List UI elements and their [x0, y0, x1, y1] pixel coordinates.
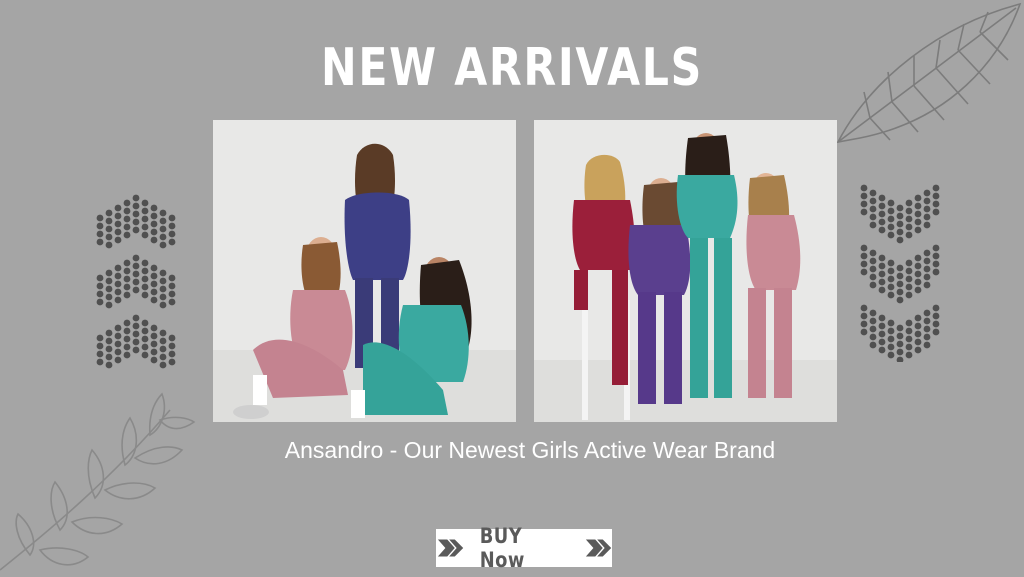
- page-title: NEW ARRIVALS: [321, 38, 703, 98]
- branch-icon: [0, 392, 196, 571]
- product-image-left[interactable]: [213, 120, 516, 422]
- banner-caption: Ansandro - Our Newest Girls Active Wear …: [284, 437, 776, 463]
- dotted-chevron-up-icon: [96, 194, 176, 369]
- double-chevron-right-icon: [585, 539, 612, 557]
- photo-girls-group-2: [534, 120, 837, 422]
- product-image-right[interactable]: [534, 120, 837, 422]
- photo-girls-group-1: [213, 120, 516, 422]
- buy-now-label: BUY Now: [479, 524, 525, 572]
- dotted-chevron-down-icon: [860, 184, 940, 362]
- buy-now-button[interactable]: BUY Now: [436, 524, 612, 572]
- double-chevron-right-icon: [437, 539, 464, 557]
